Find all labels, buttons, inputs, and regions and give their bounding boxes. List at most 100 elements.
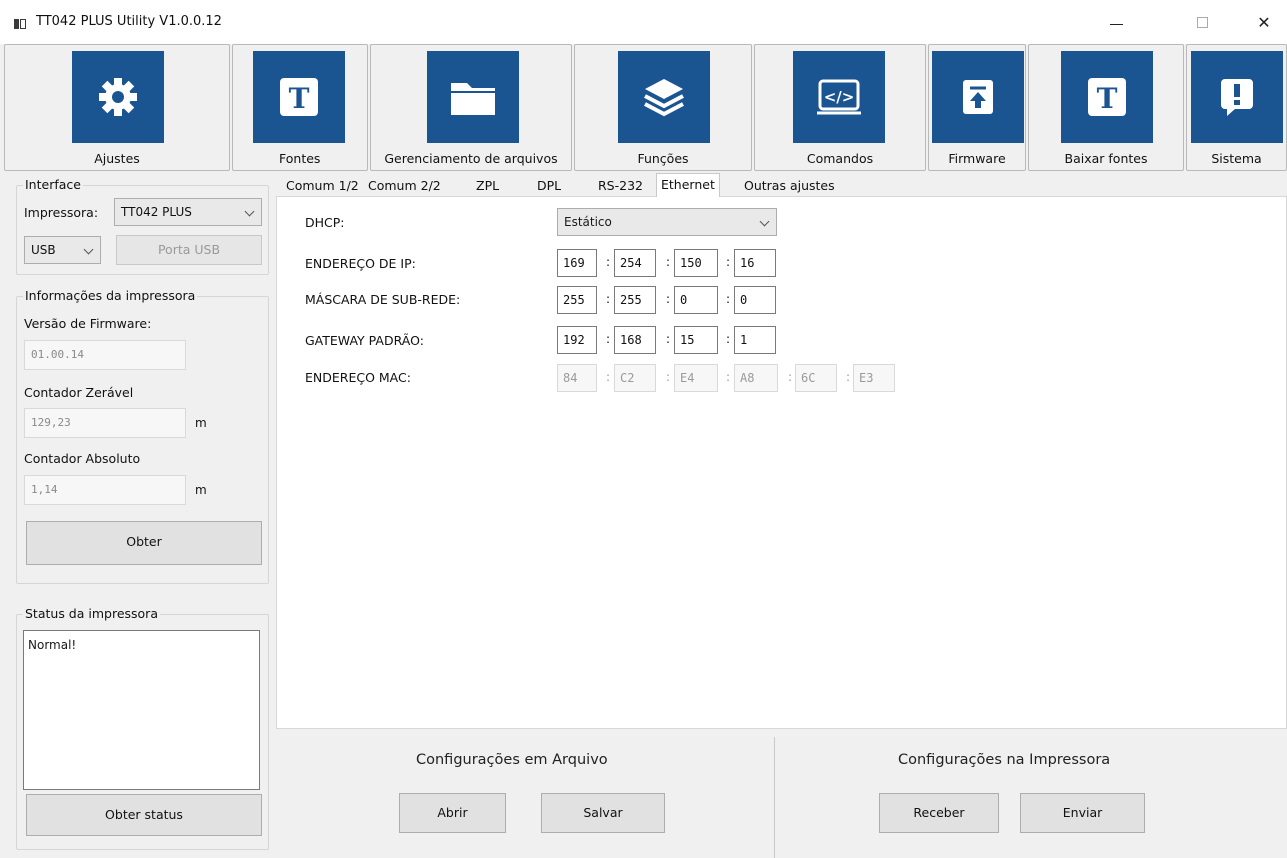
toolbar-label: Funções — [637, 151, 689, 166]
dhcp-label: DHCP: — [305, 215, 345, 230]
file-config-title: Configurações em Arquivo — [416, 752, 608, 768]
ip-separator: : — [666, 255, 671, 269]
ip-octet-4[interactable]: 16 — [734, 249, 776, 277]
toolbar-label: Baixar fontes — [1064, 151, 1148, 166]
abs-counter-label: Contador Absoluto — [24, 451, 141, 466]
reset-counter-unit: m — [195, 416, 207, 430]
abs-counter-unit: m — [195, 483, 207, 497]
mask-separator: : — [726, 292, 731, 306]
tab-comum-1[interactable]: Comum 1/2 — [282, 175, 363, 197]
font-t-icon: T — [1061, 51, 1153, 143]
usb-port-button[interactable]: Porta USB — [116, 235, 262, 265]
toolbar-arquivos-button[interactable]: Gerenciamento de arquivos — [370, 44, 572, 171]
mask-octet-4[interactable]: 0 — [734, 286, 776, 314]
svg-text:T: T — [289, 82, 310, 115]
tab-zpl[interactable]: ZPL — [472, 175, 503, 197]
maximize-icon — [1197, 17, 1208, 28]
printer-select[interactable]: TT042 PLUS — [114, 198, 262, 226]
app-icon — [14, 19, 26, 29]
port-select-value: USB — [31, 243, 56, 257]
close-button[interactable]: ✕ — [1241, 8, 1287, 38]
tab-rs232[interactable]: RS-232 — [594, 175, 647, 197]
ip-octet-3[interactable]: 150 — [674, 249, 718, 277]
printer-info-title: Informações da impressora — [23, 288, 198, 303]
open-button[interactable]: Abrir — [399, 793, 506, 833]
interface-group-title: Interface — [23, 177, 83, 192]
ip-separator: : — [606, 255, 611, 269]
folder-icon — [427, 51, 519, 143]
toolbar-label: Comandos — [806, 151, 874, 166]
minimize-button[interactable] — [1093, 8, 1139, 38]
font-t-icon: T — [253, 51, 345, 143]
tab-dpl[interactable]: DPL — [533, 175, 565, 197]
status-text: Normal! — [28, 638, 77, 652]
gateway-octet-3[interactable]: 15 — [674, 326, 718, 354]
chevron-down-icon — [759, 216, 770, 227]
port-select[interactable]: USB — [24, 236, 101, 264]
mask-octet-3[interactable]: 0 — [674, 286, 718, 314]
title-bar: TT042 PLUS Utility V1.0.0.12 ✕ — [0, 0, 1287, 44]
toolbar-ajustes-button[interactable]: Ajustes — [4, 44, 230, 171]
toolbar-funcoes-button[interactable]: Funções — [574, 44, 752, 171]
toolbar-sistema-button[interactable]: Sistema — [1186, 44, 1287, 171]
bottom-divider — [774, 737, 775, 858]
toolbar-baixar-fontes-button[interactable]: T Baixar fontes — [1028, 44, 1184, 171]
mac-octet-6: E3 — [853, 364, 895, 392]
gateway-label: GATEWAY PADRÃO: — [305, 333, 424, 348]
mask-separator: : — [606, 292, 611, 306]
toolbar-label: Gerenciamento de arquivos — [384, 151, 558, 166]
mac-separator: : — [606, 370, 611, 384]
reset-counter-label: Contador Zerável — [24, 385, 134, 400]
ip-octet-2[interactable]: 254 — [614, 249, 656, 277]
save-button[interactable]: Salvar — [541, 793, 665, 833]
gateway-separator: : — [606, 332, 611, 346]
gateway-octet-4[interactable]: 1 — [734, 326, 776, 354]
printer-config-title: Configurações na Impressora — [898, 752, 1111, 768]
toolbar-comandos-button[interactable]: </> Comandos — [754, 44, 926, 171]
upload-icon — [932, 51, 1024, 143]
mac-separator: : — [788, 370, 793, 384]
mask-octet-2[interactable]: 255 — [614, 286, 656, 314]
ip-octet-1[interactable]: 169 — [557, 249, 597, 277]
mac-label: ENDEREÇO MAC: — [305, 370, 411, 385]
gear-icon — [72, 51, 164, 143]
toolbar-label: Firmware — [948, 151, 1006, 166]
tab-ethernet[interactable]: Ethernet — [656, 173, 720, 197]
window-title: TT042 PLUS Utility V1.0.0.12 — [36, 14, 222, 29]
ethernet-tab-page — [276, 196, 1287, 729]
printer-select-value: TT042 PLUS — [121, 205, 192, 219]
mac-octet-1: 84 — [557, 364, 597, 392]
dhcp-select[interactable]: Estático — [557, 208, 777, 236]
toolbar-label: Sistema — [1211, 151, 1262, 166]
tab-outras-ajustes[interactable]: Outras ajustes — [740, 175, 839, 197]
mac-octet-5: 6C — [795, 364, 837, 392]
send-button[interactable]: Enviar — [1020, 793, 1145, 833]
gateway-octet-2[interactable]: 168 — [614, 326, 656, 354]
chevron-down-icon — [83, 244, 94, 255]
exclamation-icon — [1191, 51, 1283, 143]
receive-button[interactable]: Receber — [879, 793, 999, 833]
mac-octet-2: C2 — [614, 364, 656, 392]
ip-separator: : — [726, 255, 731, 269]
get-info-button[interactable]: Obter — [26, 521, 262, 565]
mac-separator: : — [726, 370, 731, 384]
mask-octet-1[interactable]: 255 — [557, 286, 597, 314]
mac-octet-4: A8 — [734, 364, 778, 392]
get-status-button[interactable]: Obter status — [26, 794, 262, 836]
printer-label: Impressora: — [24, 205, 99, 220]
close-icon: ✕ — [1257, 13, 1271, 32]
svg-text:</>: </> — [824, 88, 855, 106]
gateway-octet-1[interactable]: 192 — [557, 326, 597, 354]
tab-comum-2[interactable]: Comum 2/2 — [364, 175, 445, 197]
toolbar-fontes-button[interactable]: T Fontes — [232, 44, 368, 171]
maximize-button[interactable] — [1179, 8, 1225, 38]
firmware-field: 01.00.14 — [24, 340, 186, 370]
layers-icon — [618, 51, 710, 143]
chevron-down-icon — [244, 206, 255, 217]
gateway-separator: : — [666, 332, 671, 346]
reset-counter-field: 129,23 — [24, 408, 186, 438]
status-text-area[interactable]: Normal! — [23, 630, 260, 790]
abs-counter-field: 1,14 — [24, 475, 186, 505]
mac-octet-3: E4 — [674, 364, 718, 392]
toolbar-firmware-button[interactable]: Firmware — [928, 44, 1026, 171]
